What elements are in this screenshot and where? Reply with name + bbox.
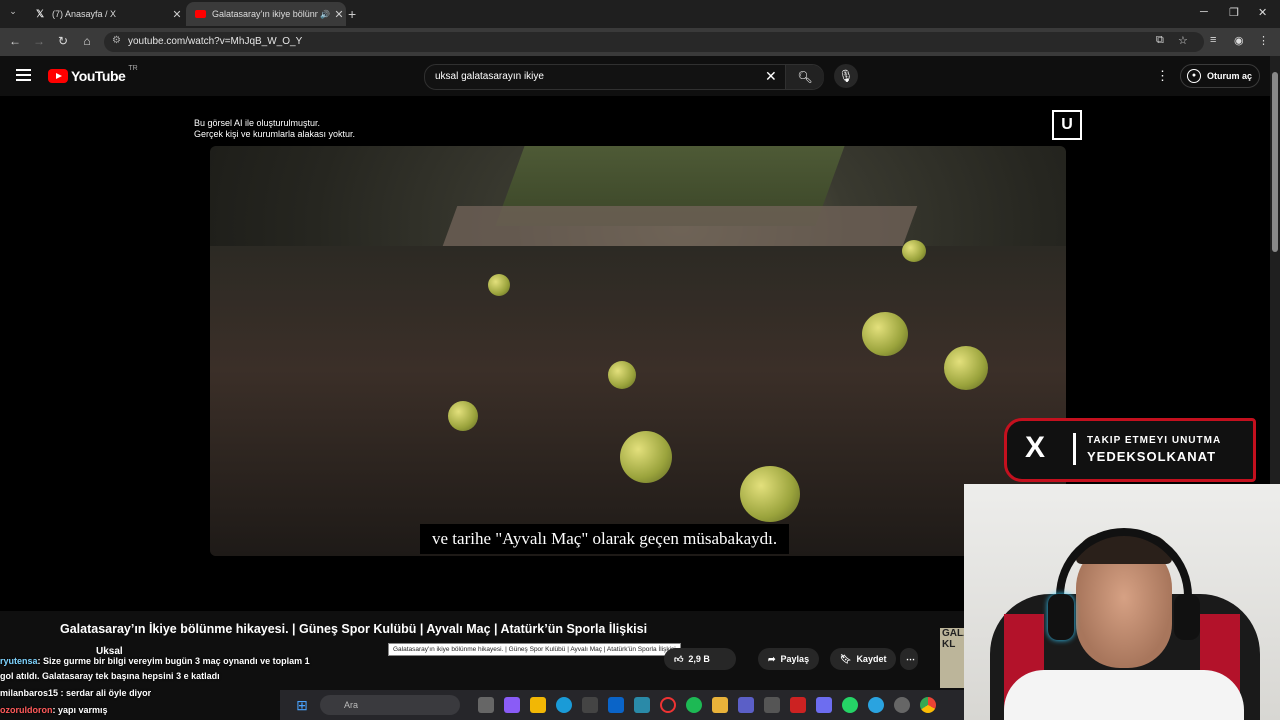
copilot-icon[interactable]: [504, 697, 520, 713]
crowd: [210, 246, 1066, 556]
taskbar-search[interactable]: Ara: [320, 695, 460, 715]
browser-toolbar: ← → ↻ ⌂ ⚙ youtube.com/watch?v=MhJqB_W_O_…: [0, 28, 1280, 56]
quince-fruit: [862, 312, 908, 356]
related-video-thumbnail[interactable]: GALA KL: [940, 628, 970, 688]
video-title: Galatasaray’ın İkiye bölünme hikayesi. |…: [60, 622, 648, 636]
signin-button[interactable]: ● Oturum aç: [1180, 64, 1260, 88]
chat-message: milanbaros15 : serdar ali öyle diyor: [0, 688, 152, 698]
follow-promo-banner: X TAKIP ETMEYI UNUTMA YEDEKSOLKANAT: [1004, 418, 1256, 482]
quince-fruit: [944, 346, 988, 390]
close-tab-icon[interactable]: ✕: [170, 8, 184, 21]
spotify-icon[interactable]: [686, 697, 702, 713]
youtube-play-icon: [48, 69, 68, 83]
quince-fruit: [608, 361, 636, 389]
app-icon[interactable]: [634, 697, 650, 713]
browser-menu-icon[interactable]: ⋮: [1258, 34, 1269, 47]
video-frame-image: [210, 146, 1066, 556]
tab-x-home[interactable]: 𝕏 (7) Anasayfa / X ✕: [26, 2, 184, 26]
site-info-icon[interactable]: ⚙: [112, 35, 121, 46]
chrome-icon[interactable]: [920, 697, 936, 713]
app-icon[interactable]: [764, 697, 780, 713]
media-controls-icon[interactable]: ≡: [1210, 34, 1216, 46]
app-icon[interactable]: [894, 697, 910, 713]
scrollbar-thumb[interactable]: [1272, 72, 1278, 252]
windows-start-icon[interactable]: ⊞: [294, 697, 310, 713]
x-logo-icon: X: [1025, 431, 1046, 464]
video-subtitle: ve tarihe "Ayvalı Maç" olarak geçen müsa…: [420, 524, 790, 554]
bookmark-icon: 🔖︎: [840, 653, 852, 664]
divider: [1073, 433, 1076, 465]
youtube-header: YouTube TR uksal galatasarayın ikiye ✕ 🔍…: [0, 56, 1280, 96]
new-tab-button[interactable]: +: [348, 6, 356, 22]
save-button[interactable]: 🔖︎ Kaydet: [830, 648, 897, 670]
search-button[interactable]: 🔍︎: [785, 65, 824, 89]
quince-fruit: [620, 431, 672, 483]
back-icon[interactable]: ←: [8, 34, 22, 48]
youtube-logo[interactable]: YouTube TR: [48, 65, 138, 84]
mic-icon: 🎙︎: [838, 69, 854, 83]
clear-search-icon[interactable]: ✕: [765, 68, 777, 85]
stadium-track: [442, 206, 918, 246]
voice-search-button[interactable]: 🎙︎: [834, 64, 858, 88]
tab-youtube-video[interactable]: Galatasaray'ın ikiye bölünme 🔊 ✕: [186, 2, 346, 26]
edge-icon[interactable]: [556, 697, 572, 713]
home-icon[interactable]: ⌂: [80, 34, 94, 48]
install-app-icon[interactable]: ⧉: [1156, 34, 1164, 47]
more-icon: ⋯: [906, 653, 915, 664]
chat-message: gol atıldı. Galatasaray tek başına hepsi…: [0, 671, 220, 681]
search-input[interactable]: uksal galatasarayın ikiye: [435, 71, 544, 82]
search-box[interactable]: uksal galatasarayın ikiye ✕ 🔍︎: [424, 64, 824, 90]
ai-notice: Bu görsel AI ile oluşturulmuştur. Gerçek…: [194, 118, 356, 139]
task-view-icon[interactable]: [478, 697, 494, 713]
quince-fruit: [488, 274, 510, 296]
quince-fruit: [902, 240, 926, 262]
account-icon: ●: [1187, 69, 1201, 83]
quince-fruit: [740, 466, 800, 522]
youtube-favicon-icon: [194, 8, 206, 20]
close-tab-icon[interactable]: ✕: [332, 8, 346, 21]
outlook-icon[interactable]: [608, 697, 624, 713]
telegram-icon[interactable]: [868, 697, 884, 713]
share-button[interactable]: ➦ Paylaş: [758, 648, 820, 670]
app-icon[interactable]: [712, 697, 728, 713]
headset-earcup: [1048, 594, 1074, 640]
restore-icon[interactable]: ❐: [1229, 6, 1239, 19]
opera-icon[interactable]: [660, 697, 676, 713]
like-button[interactable]: 👍︎ 2,9 B: [664, 648, 736, 670]
chat-message: ryutensa: Size gurme bir bilgi vereyim b…: [0, 656, 310, 666]
store-icon[interactable]: [582, 697, 598, 713]
streamer-webcam: [964, 484, 1280, 720]
chat-message: ozoruldoron: yapı varmış: [0, 705, 108, 715]
more-actions-button[interactable]: ⋯: [900, 648, 918, 670]
channel-watermark-logo: U: [1052, 110, 1082, 140]
profile-icon[interactable]: ◉: [1234, 34, 1244, 47]
search-icon: 🔍︎: [797, 70, 813, 84]
reload-icon[interactable]: ↻: [56, 34, 70, 48]
bookmark-star-icon[interactable]: ☆: [1178, 34, 1188, 47]
teams-icon[interactable]: [738, 697, 754, 713]
menu-icon[interactable]: [16, 69, 31, 81]
settings-menu-icon[interactable]: ⋮: [1156, 68, 1169, 84]
windows-taskbar: ⊞ Ara: [280, 690, 970, 720]
headset-earcup: [1174, 594, 1200, 640]
browser-tab-strip: ⌄ 𝕏 (7) Anasayfa / X ✕ Galatasaray'ın ik…: [0, 0, 1280, 28]
close-window-icon[interactable]: ✕: [1258, 6, 1267, 19]
app-icon[interactable]: [816, 697, 832, 713]
whatsapp-icon[interactable]: [842, 697, 858, 713]
address-bar[interactable]: ⚙ youtube.com/watch?v=MhJqB_W_O_Y: [104, 32, 1204, 52]
tab-search-icon[interactable]: ⌄: [6, 6, 20, 20]
title-tooltip: Galatasaray'ın ikiye bölünme hikayesi. |…: [388, 643, 681, 656]
file-explorer-icon[interactable]: [530, 697, 546, 713]
quince-fruit: [448, 401, 478, 431]
minimize-icon[interactable]: ─: [1200, 6, 1208, 18]
share-icon: ➦: [768, 653, 776, 664]
app-icon[interactable]: [790, 697, 806, 713]
forward-icon[interactable]: →: [32, 34, 46, 48]
x-favicon-icon: 𝕏: [35, 8, 45, 20]
headset: [1056, 528, 1192, 638]
streamer-shirt: [1004, 670, 1244, 720]
thumbs-up-icon: 👍︎: [674, 653, 684, 664]
speaker-icon[interactable]: 🔊: [318, 10, 332, 19]
